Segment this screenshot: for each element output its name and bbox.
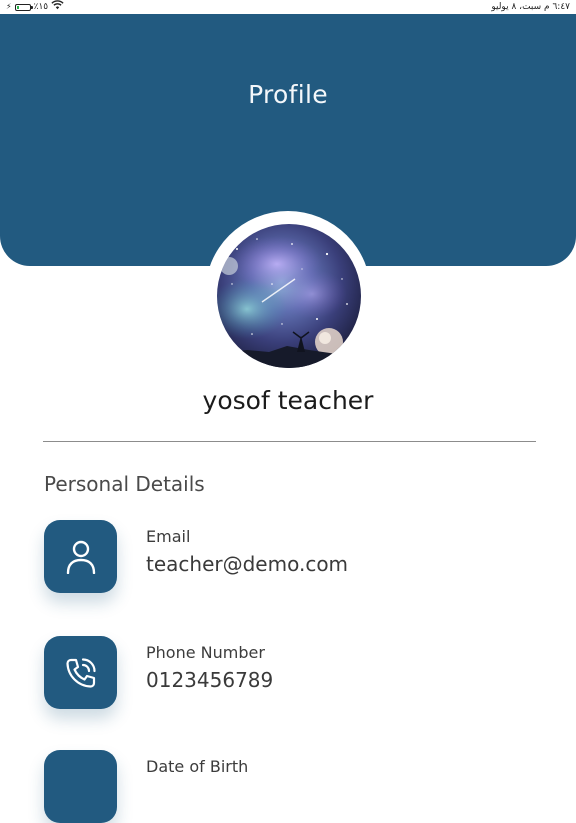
page-title: Profile <box>248 80 328 109</box>
detail-label-phone: Phone Number <box>146 643 265 662</box>
person-icon <box>66 540 95 574</box>
divider <box>43 441 536 442</box>
calendar-icon-tile <box>44 750 117 823</box>
status-bar: ⚡ ٪١٥ ٦:٤٧ م سبت، ٨ يوليو <box>0 0 576 14</box>
wifi-icon <box>51 0 64 15</box>
status-left: ⚡ ٪١٥ <box>6 0 64 14</box>
battery-level <box>16 5 19 9</box>
detail-value-email: teacher@demo.com <box>146 552 349 576</box>
phone-icon-tile <box>44 636 117 709</box>
detail-label-email: Email <box>146 527 191 546</box>
phone-icon <box>65 657 96 688</box>
status-time-date: ٦:٤٧ م سبت، ٨ يوليو <box>491 2 570 12</box>
person-icon-tile <box>44 520 117 593</box>
battery-percent: ٪١٥ <box>33 2 49 12</box>
avatar[interactable] <box>217 224 361 368</box>
section-title-personal-details: Personal Details <box>44 472 205 496</box>
charging-icon: ⚡ <box>6 2 12 11</box>
battery-icon <box>14 3 33 11</box>
detail-value-phone: 0123456789 <box>146 668 274 692</box>
detail-label-date-of-birth: Date of Birth <box>146 757 249 776</box>
profile-name: yosof teacher <box>202 386 374 415</box>
